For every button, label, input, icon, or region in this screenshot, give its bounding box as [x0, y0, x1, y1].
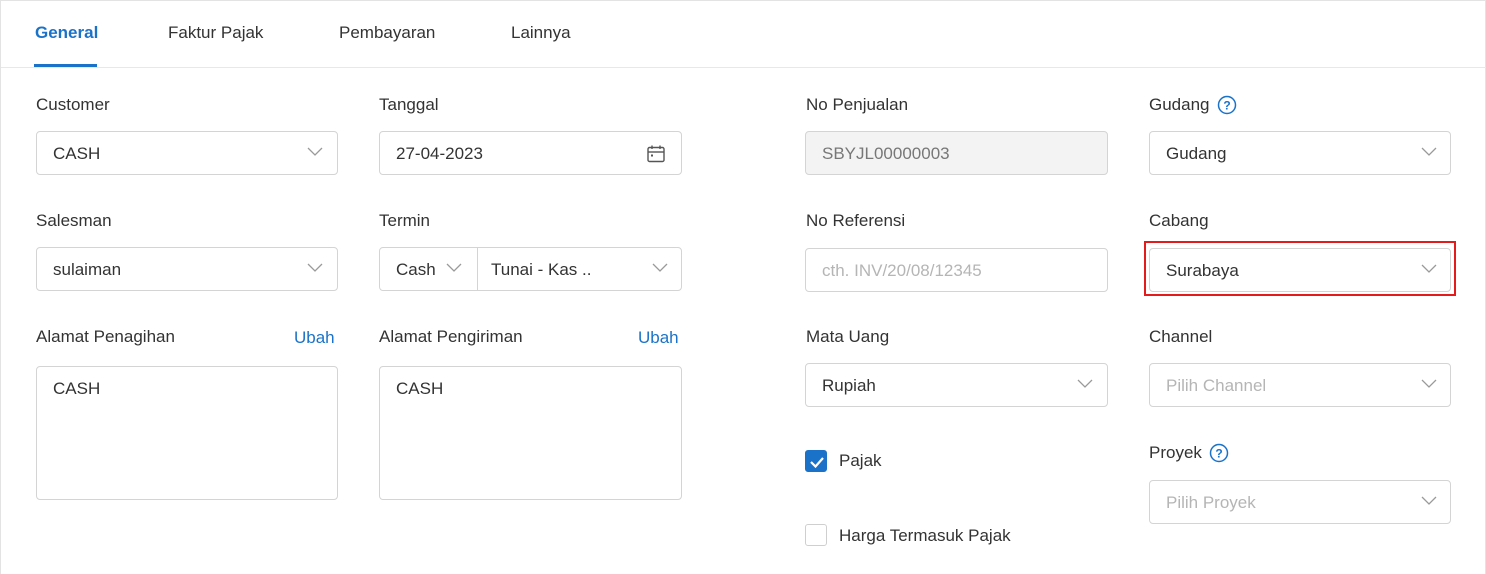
tanggal-label: Tanggal [379, 95, 439, 114]
gudang-select[interactable]: Gudang [1149, 131, 1451, 175]
chevron-down-icon [1421, 264, 1437, 274]
gudang-label: Gudang [1149, 95, 1210, 114]
no-referensi-input[interactable]: cth. INV/20/08/12345 [805, 248, 1108, 292]
pajak-checkbox[interactable] [805, 450, 827, 472]
alamat-pengiriman-edit-link[interactable]: Ubah [638, 328, 679, 348]
tab-pembayaran[interactable]: Pembayaran [339, 23, 435, 43]
alamat-penagihan-label: Alamat Penagihan [36, 327, 175, 346]
chevron-down-icon [1421, 379, 1437, 389]
channel-placeholder: Pilih Channel [1166, 376, 1267, 395]
termin-account-value: Tunai - Kas .. [491, 260, 592, 279]
termin-type-value: Cash [396, 260, 436, 279]
customer-label: Customer [36, 95, 110, 114]
no-referensi-label: No Referensi [806, 211, 906, 230]
help-circle-icon[interactable]: ? [1217, 95, 1237, 115]
salesman-select[interactable]: sulaiman [36, 247, 338, 291]
harga-termasuk-pajak-checkbox[interactable] [805, 524, 827, 546]
alamat-pengiriman-label: Alamat Pengiriman [379, 327, 523, 346]
customer-value: CASH [53, 144, 101, 163]
tanggal-value: 27-04-2023 [396, 144, 483, 163]
checkmark-icon [810, 457, 824, 469]
chevron-down-icon [1421, 496, 1437, 506]
termin-label: Termin [379, 211, 431, 230]
chevron-down-icon [1077, 379, 1093, 389]
pajak-label: Pajak [839, 451, 882, 470]
chevron-down-icon [307, 147, 323, 157]
channel-label: Channel [1149, 327, 1213, 346]
tab-general[interactable]: General [35, 23, 98, 43]
tab-lainnya[interactable]: Lainnya [511, 23, 571, 43]
cabang-select[interactable]: Surabaya [1149, 248, 1451, 292]
termin-account-select[interactable]: Tunai - Kas .. [478, 248, 681, 290]
alamat-penagihan-edit-link[interactable]: Ubah [294, 328, 335, 348]
harga-termasuk-pajak-label: Harga Termasuk Pajak [839, 526, 1011, 545]
form-container: General Faktur Pajak Pembayaran Lainnya … [0, 0, 1486, 574]
alamat-pengiriman-textarea[interactable]: CASH [379, 366, 682, 500]
tab-bar: General Faktur Pajak Pembayaran Lainnya [1, 1, 1486, 68]
alamat-penagihan-value: CASH [53, 379, 101, 398]
proyek-label: Proyek [1149, 443, 1202, 462]
alamat-pengiriman-value: CASH [396, 379, 444, 398]
gudang-value: Gudang [1166, 144, 1227, 163]
proyek-select[interactable]: Pilih Proyek [1149, 480, 1451, 524]
mata-uang-label: Mata Uang [806, 327, 890, 346]
proyek-placeholder: Pilih Proyek [1166, 493, 1256, 512]
no-penjualan-label: No Penjualan [806, 95, 909, 114]
no-referensi-placeholder: cth. INV/20/08/12345 [822, 261, 982, 280]
chevron-down-icon [446, 263, 462, 273]
salesman-label: Salesman [36, 211, 112, 230]
help-circle-icon[interactable]: ? [1209, 443, 1229, 463]
tanggal-date-input[interactable]: 27-04-2023 [379, 131, 682, 175]
chevron-down-icon [307, 263, 323, 273]
tab-faktur-pajak[interactable]: Faktur Pajak [168, 23, 263, 43]
calendar-icon[interactable] [646, 144, 666, 169]
salesman-value: sulaiman [53, 260, 122, 279]
termin-type-select[interactable]: Cash [380, 248, 477, 290]
no-penjualan-value: SBYJL00000003 [822, 144, 950, 163]
no-penjualan-field: SBYJL00000003 [805, 131, 1108, 175]
channel-select[interactable]: Pilih Channel [1149, 363, 1451, 407]
svg-text:?: ? [1223, 99, 1230, 113]
customer-select[interactable]: CASH [36, 131, 338, 175]
mata-uang-value: Rupiah [822, 376, 876, 395]
termin-group: Cash Tunai - Kas .. [379, 247, 682, 291]
chevron-down-icon [652, 263, 668, 273]
alamat-penagihan-textarea[interactable]: CASH [36, 366, 338, 500]
cabang-label: Cabang [1149, 211, 1209, 230]
active-tab-indicator [34, 64, 97, 67]
svg-text:?: ? [1215, 447, 1222, 461]
chevron-down-icon [1421, 147, 1437, 157]
cabang-value: Surabaya [1166, 261, 1239, 280]
mata-uang-select[interactable]: Rupiah [805, 363, 1108, 407]
